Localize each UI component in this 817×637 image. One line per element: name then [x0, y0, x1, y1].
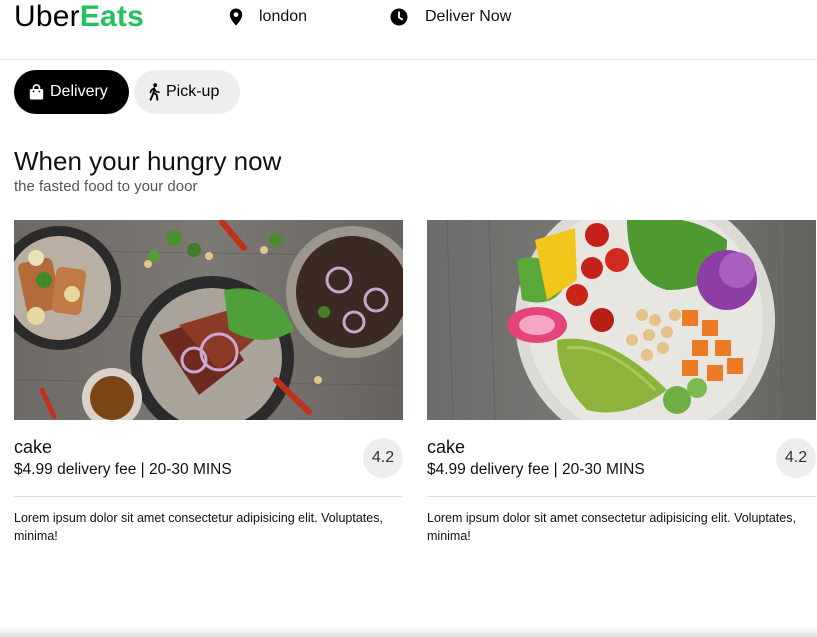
clock-icon: [390, 8, 408, 26]
bottom-scroll-shadow: [0, 626, 817, 637]
food-photo-salad-bowl[interactable]: [427, 220, 816, 420]
restaurant-description: Lorem ipsum dolor sit amet consectetur a…: [14, 511, 383, 543]
logo-eats-text: Eats: [79, 0, 144, 33]
delivery-label: Delivery: [50, 83, 108, 100]
pickup-label: Pick-up: [166, 83, 220, 100]
shopping-bag-icon: [29, 84, 44, 100]
logo-uber-text: Uber: [14, 0, 80, 33]
rating-badge: 4.2: [776, 438, 816, 478]
rating-badge: 4.2: [363, 438, 403, 478]
restaurant-description: Lorem ipsum dolor sit amet consectetur a…: [427, 511, 796, 543]
delivery-fee-info: $4.99 delivery fee | 20-30 MINS: [427, 461, 645, 478]
location-text: london: [259, 8, 308, 25]
uber-eats-logo[interactable]: UberEats: [14, 0, 144, 34]
top-header: UberEats london Deliver Now: [0, 0, 817, 60]
food-photo-plates[interactable]: [14, 220, 403, 420]
page-subtitle: the fasted food to your door: [14, 178, 198, 195]
delivery-toggle-button[interactable]: Delivery: [14, 70, 129, 114]
walking-person-icon: [149, 83, 160, 101]
card-divider: [14, 496, 403, 497]
restaurant-card[interactable]: cake $4.99 delivery fee | 20-30 MINS 4.2…: [14, 220, 403, 543]
restaurant-card[interactable]: cake $4.99 delivery fee | 20-30 MINS 4.2…: [427, 220, 816, 543]
delivery-time-selector[interactable]: Deliver Now: [390, 8, 511, 26]
deliver-now-text: Deliver Now: [425, 8, 512, 25]
page-title: When your hungry now: [14, 146, 282, 176]
restaurant-name[interactable]: cake: [14, 437, 52, 457]
restaurant-name[interactable]: cake: [427, 437, 465, 457]
location-pin-icon: [229, 8, 243, 26]
delivery-fee-info: $4.99 delivery fee | 20-30 MINS: [14, 461, 232, 478]
location-selector[interactable]: london: [229, 8, 307, 26]
pickup-toggle-button[interactable]: Pick-up: [134, 70, 240, 114]
card-divider: [427, 496, 816, 497]
